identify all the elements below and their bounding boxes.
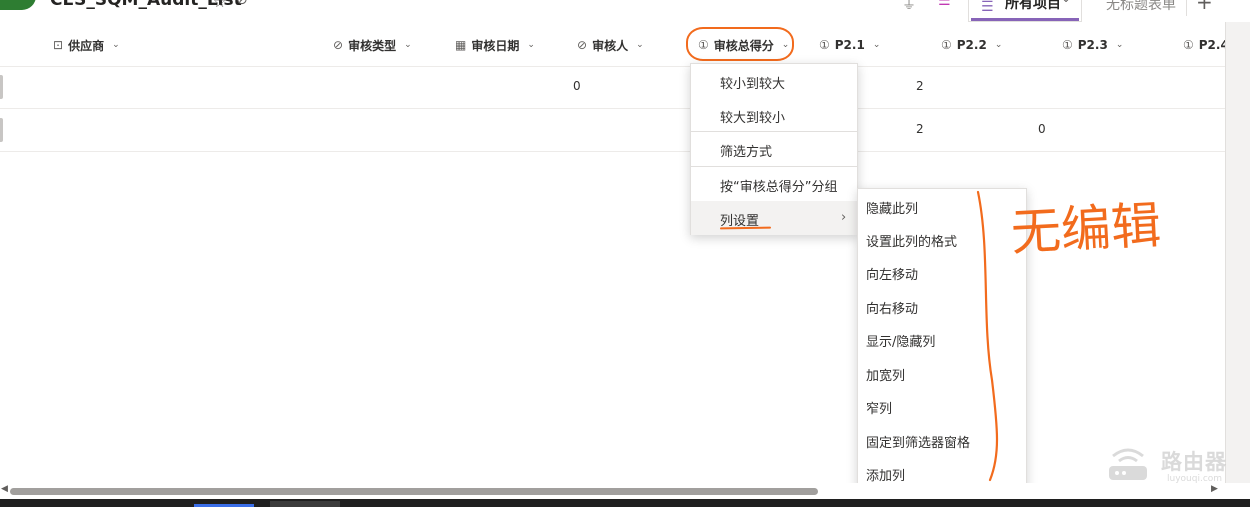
annotation-underline [719,226,772,230]
view-tab-untitled-form[interactable]: 无标题表单 [1106,0,1176,14]
view-tab-all-items[interactable]: ☰ 所有项目 ⌄ [968,0,1082,22]
column-context-menu: 较小到较大 较大到较小 筛选方式 按“审核总得分”分组 列设置 › [690,63,858,235]
column-header-label: P2.2 [956,38,987,52]
menu-item-sort-ascending[interactable]: 较小到较大 [691,64,857,98]
view-tab-label: 所有项目 [1005,0,1061,12]
submenu-item-label: 设置此列的格式 [866,235,958,250]
taskbar-app[interactable] [270,501,340,507]
cell-p2-2: 2 [916,79,924,93]
column-header-supplier[interactable]: ⊡ 供应商 ⌄ [53,24,120,66]
cell-p2-3: 0 [1038,122,1046,136]
watermark: 路由器 luyouqi.com [1105,438,1245,488]
submenu-item-label: 加宽列 [866,369,906,384]
submenu-item-narrow-column[interactable]: 窄列 [858,390,1026,423]
watermark-site: luyouqi.com [1167,474,1223,484]
column-header-label: P2.1 [834,38,865,52]
number-column-icon: ① [941,38,952,52]
submenu-item-label: 隐藏此列 [866,202,919,217]
submenu-item-label: 窄列 [866,402,893,417]
submenu-item-label: 向右移动 [866,302,919,317]
submenu-item-label: 向左移动 [866,268,919,283]
column-header-audit-date[interactable]: ▦ 审核日期 ⌄ [455,24,535,66]
active-tab-indicator [971,18,1079,21]
chevron-down-icon: ⌄ [1115,40,1124,50]
number-column-icon: ① [819,38,830,52]
cell-p2-2: 2 [916,122,924,136]
table-row[interactable]: 0 2 [0,66,1225,109]
row-select-handle[interactable] [0,75,3,99]
vertical-scroll-track[interactable] [1225,22,1250,492]
chevron-right-icon: › [841,210,847,225]
submenu-item-widen-column[interactable]: 加宽列 [858,357,1026,390]
column-header-p2-1[interactable]: ① P2.1 ⌄ [819,24,880,66]
calendar-icon: ▦ [455,38,467,52]
submenu-item-label: 固定到筛选器窗格 [866,436,971,451]
chevron-down-icon: ⌄ [872,40,881,50]
text-column-icon: ⊡ [53,38,64,52]
submenu-item-move-right[interactable]: 向右移动 [858,290,1026,323]
submenu-item-hide-column[interactable]: 隐藏此列 [858,190,1026,223]
number-column-icon: ① [1062,38,1073,52]
menu-item-label: 按“审核总得分”分组 [720,180,838,195]
column-header-audit-type[interactable]: ⊘ 审核类型 ⌄ [333,24,412,66]
menu-item-group-by[interactable]: 按“审核总得分”分组 [691,167,857,201]
chevron-down-icon: ⌄ [994,40,1003,50]
follow-check-icon[interactable]: ⊘ [236,0,248,8]
add-view-icon[interactable]: + [1196,0,1213,14]
favorite-star-icon[interactable]: ☆ [213,0,226,11]
scroll-left-icon[interactable]: ◀ [1,484,8,494]
chevron-down-icon: ⌄ [527,40,535,50]
annotation-note: 无编辑 [1010,196,1163,262]
chevron-down-icon: ⌄ [636,40,644,50]
menu-item-filter-by[interactable]: 筛选方式 [691,132,857,166]
chevron-down-icon: ⌄ [404,40,412,50]
number-column-icon: ① [1183,38,1194,52]
submenu-item-show-hide-columns[interactable]: 显示/隐藏列 [858,323,1026,356]
chevron-down-icon: ⌄ [1061,0,1071,5]
menu-item-label: 筛选方式 [720,145,773,160]
column-header-label: 审核日期 [471,38,520,53]
column-header-p2-4[interactable]: ① P2.4 [1183,24,1229,66]
column-header-p2-3[interactable]: ① P2.3 ⌄ [1062,24,1123,66]
column-settings-submenu: 隐藏此列 设置此列的格式 向左移动 向右移动 显示/隐藏列 加宽列 窄列 固定到… [857,188,1027,491]
submenu-item-move-left[interactable]: 向左移动 [858,256,1026,289]
group-by-icon[interactable]: ☰ [938,0,951,9]
choice-column-icon: ⊘ [577,38,588,52]
horizontal-scrollbar[interactable]: ◀ ▶ [0,483,1250,499]
app-icon [0,0,36,10]
scroll-thumb[interactable] [10,488,818,495]
os-taskbar [0,499,1250,507]
table-row[interactable]: 2 0 [0,109,1225,152]
column-header-label: 供应商 [68,38,105,53]
router-logo-icon [1109,448,1147,480]
menu-item-column-settings[interactable]: 列设置 › [691,201,857,235]
column-header-p2-2[interactable]: ① P2.2 ⌄ [941,24,1002,66]
column-header-label: 审核类型 [348,38,397,53]
choice-column-icon: ⊘ [333,38,344,52]
menu-item-sort-descending[interactable]: 较大到较小 [691,98,857,132]
view-separator [1186,0,1187,16]
column-header-auditor[interactable]: ⊘ 审核人 ⌄ [577,24,644,66]
filter-icon[interactable]: ⏚ [902,0,916,14]
column-header-label: P2.3 [1077,38,1108,52]
cell-score: 0 [573,79,581,93]
submenu-item-label: 显示/隐藏列 [866,335,936,350]
menu-item-label: 较小到较大 [720,77,786,92]
top-command-bar: CES_SQM_Audit_List ☆ ⊘ ⏚ ☰ ☰ 所有项目 ⌄ 无标题表… [0,0,1250,22]
annotation-circle-total-score [686,27,794,61]
submenu-item-label: 添加列 [866,469,906,484]
column-header-row: ⊡ 供应商 ⌄ ⊘ 审核类型 ⌄ ▦ 审核日期 ⌄ ⊘ 审核人 ⌄ ① 审核总得… [0,24,1229,67]
submenu-item-format-column[interactable]: 设置此列的格式 [858,223,1026,256]
row-select-handle[interactable] [0,118,3,142]
menu-item-label: 较大到较小 [720,111,786,126]
watermark-name: 路由器 [1161,450,1227,474]
column-header-label: 审核人 [592,38,629,53]
submenu-item-pin-to-filters[interactable]: 固定到筛选器窗格 [858,424,1026,457]
chevron-down-icon: ⌄ [112,40,120,50]
list-view-icon: ☰ [981,0,994,15]
